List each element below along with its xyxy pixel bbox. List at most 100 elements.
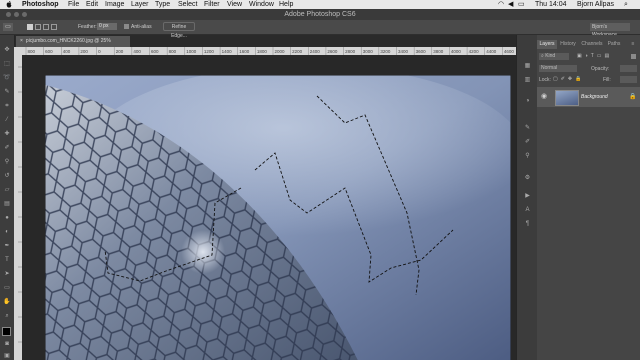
tool-presets-panel-icon[interactable]: ⚙	[524, 175, 531, 182]
history-brush-tool-icon[interactable]: ↺	[3, 173, 11, 180]
close-window-icon[interactable]	[6, 12, 11, 17]
swatches-panel-icon[interactable]: ▥	[524, 77, 531, 84]
filter-toggle[interactable]	[631, 54, 636, 59]
hand-tool-icon[interactable]: ✋	[3, 299, 11, 306]
clone-stamp-tool-icon[interactable]: ⚲	[3, 159, 11, 166]
blend-opacity-row: Normal Opacity:	[537, 63, 640, 74]
panel-tabs: Layers History Channels Paths ≡	[537, 40, 640, 49]
brush-panel-icon[interactable]: ✎	[524, 125, 531, 132]
eye-visibility-icon[interactable]: ◉	[541, 93, 547, 101]
brush-presets-panel-icon[interactable]: ✐	[524, 139, 531, 146]
type-tool-icon[interactable]: T	[3, 257, 11, 264]
eyedropper-tool-icon[interactable]: ⁄	[3, 117, 11, 124]
panel-menu-icon[interactable]: ≡	[629, 40, 637, 49]
add-selection-icon[interactable]	[35, 24, 41, 30]
quick-selection-tool-icon[interactable]: ✎	[3, 89, 11, 96]
refine-edge-button[interactable]: Refine Edge...	[163, 22, 195, 39]
menu-view[interactable]: View	[227, 0, 242, 9]
blur-tool-icon[interactable]: ●	[3, 215, 11, 222]
ruler-tick-label: 200	[80, 49, 88, 54]
gradient-tool-icon[interactable]: ▤	[3, 201, 11, 208]
tools-panel: ✥ ⬚ ➰ ✎ ⌗ ⁄ ✚ ✐ ⚲ ↺ ▱ ▤ ● ◐ ✒ T ➤ ▭ ✋ ⌕ …	[0, 35, 15, 360]
ruler-tick-label: 600	[151, 49, 159, 54]
lock-label: Lock:	[539, 77, 551, 83]
ruler-tick-label: 400	[133, 49, 141, 54]
lock-options-icons[interactable]: ▢✐✥🔒	[553, 76, 584, 82]
tab-channels[interactable]: Channels	[579, 40, 605, 49]
menu-image[interactable]: Image	[105, 0, 124, 9]
battery-icon[interactable]: ▭	[518, 0, 525, 9]
opacity-input[interactable]	[620, 65, 637, 72]
antialias-checkbox[interactable]	[124, 24, 129, 29]
crop-tool-icon[interactable]: ⌗	[3, 103, 11, 110]
layer-filter-select[interactable]: ⌕ Kind	[539, 53, 569, 60]
feather-input[interactable]: 0 px	[97, 23, 117, 30]
brush-tool-icon[interactable]: ✐	[3, 145, 11, 152]
layer-row-background[interactable]: ◉ Background 🔒	[537, 87, 640, 107]
quick-mask-icon[interactable]: ◙	[3, 341, 11, 348]
ruler-tick-label: 4000	[451, 49, 462, 54]
ruler-tick-label: 3200	[380, 49, 391, 54]
tab-layers[interactable]: Layers	[537, 40, 557, 49]
pen-tool-icon[interactable]: ✒	[3, 243, 11, 250]
menu-window[interactable]: Window	[249, 0, 274, 9]
apple-icon[interactable]	[6, 1, 12, 8]
menu-layer[interactable]: Layer	[131, 0, 149, 9]
layer-filter-row: ⌕ Kind ▣◑T▭▤	[537, 51, 640, 62]
character-panel-icon[interactable]: A	[524, 207, 531, 214]
ruler-tick-label: 4200	[469, 49, 480, 54]
dodge-tool-icon[interactable]: ◐	[3, 229, 11, 236]
color-panel-icon[interactable]: ▦	[524, 63, 531, 70]
healing-brush-tool-icon[interactable]: ✚	[3, 131, 11, 138]
document-canvas[interactable]	[22, 55, 516, 360]
clone-source-panel-icon[interactable]: ⚲	[524, 153, 531, 160]
intersect-selection-icon[interactable]	[51, 24, 57, 30]
close-tab-icon[interactable]: ×	[20, 38, 23, 44]
tab-history[interactable]: History	[557, 40, 579, 49]
spotlight-icon[interactable]: ⌕	[624, 0, 628, 9]
new-selection-icon[interactable]	[27, 24, 33, 30]
zoom-tool-icon[interactable]: ⌕	[3, 313, 11, 320]
menu-app-name[interactable]: Photoshop	[22, 0, 59, 9]
user-name[interactable]: Bjorn Allpas	[577, 0, 614, 9]
ruler-tick-label: 800	[169, 49, 177, 54]
menu-type[interactable]: Type	[155, 0, 170, 9]
minimize-window-icon[interactable]	[14, 12, 19, 17]
menu-edit[interactable]: Edit	[86, 0, 98, 9]
adjustments-panel-icon[interactable]: ◑	[524, 98, 531, 105]
fill-input[interactable]	[620, 76, 637, 83]
zoom-window-icon[interactable]	[22, 12, 27, 17]
ruler-tick-label: 2800	[345, 49, 356, 54]
ruler-tick-label: 3400	[398, 49, 409, 54]
lasso-tool-icon[interactable]: ➰	[3, 75, 11, 82]
ruler-tick-label: 3000	[363, 49, 374, 54]
screen-mode-icon[interactable]: ▣	[3, 353, 11, 360]
actions-panel-icon[interactable]: ▶	[524, 193, 531, 200]
fill-label: Fill:	[603, 77, 611, 83]
marquee-preset-icon[interactable]: ▭	[3, 23, 13, 31]
paragraph-panel-icon[interactable]: ¶	[524, 221, 531, 228]
shape-tool-icon[interactable]: ▭	[3, 285, 11, 292]
layer-name[interactable]: Background	[581, 93, 608, 101]
blend-mode-select[interactable]: Normal	[539, 65, 577, 72]
menu-filter[interactable]: Filter	[204, 0, 220, 9]
app-title-bar: Adobe Photoshop CS6	[0, 9, 640, 20]
menu-select[interactable]: Select	[178, 0, 197, 9]
eraser-tool-icon[interactable]: ▱	[3, 187, 11, 194]
move-tool-icon[interactable]: ✥	[3, 47, 11, 54]
volume-icon[interactable]: ◀	[508, 0, 513, 9]
menu-help[interactable]: Help	[279, 0, 293, 9]
path-selection-tool-icon[interactable]: ➤	[3, 271, 11, 278]
document-tab[interactable]: ×picjumbo.com_HNCK2260.jpg @ 25% (RGB/8)	[16, 36, 130, 55]
feather-label: Feather:	[78, 24, 97, 30]
clock[interactable]: Thu 14:04	[535, 0, 567, 9]
lock-icon: 🔒	[629, 94, 637, 100]
subtract-selection-icon[interactable]	[43, 24, 49, 30]
wifi-icon[interactable]: ◠	[498, 0, 504, 9]
foreground-color-swatch[interactable]	[2, 327, 11, 336]
menu-file[interactable]: File	[68, 0, 79, 9]
tab-paths[interactable]: Paths	[605, 40, 623, 49]
workspace-switcher[interactable]: Bjorn's Workspace	[590, 23, 630, 38]
marquee-tool-icon[interactable]: ⬚	[3, 61, 11, 68]
filter-type-icons[interactable]: ▣◑T▭▤	[577, 53, 612, 59]
